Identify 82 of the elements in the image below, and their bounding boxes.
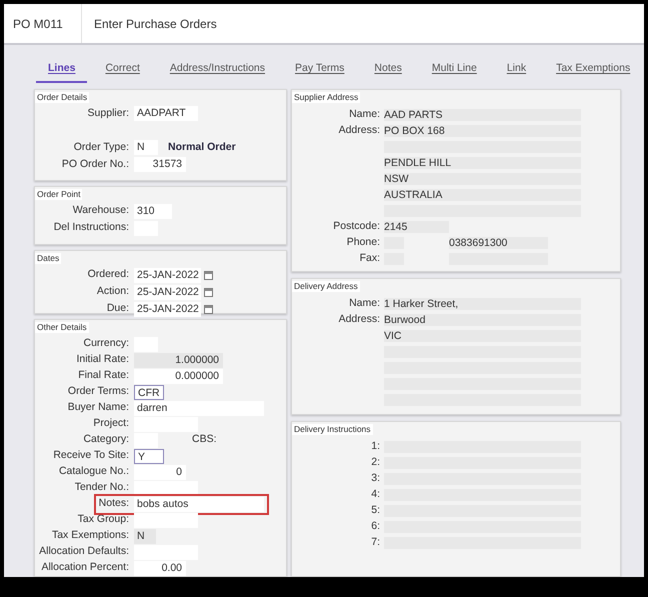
field-label: PO Order No.:: [60, 156, 130, 172]
input-field[interactable]: 25-JAN-2022: [134, 302, 201, 316]
readonly-field: AAD PARTS: [384, 108, 581, 121]
field-label: 5:: [370, 502, 381, 518]
panel-title: Dates: [35, 253, 62, 264]
input-field[interactable]: bobs autos: [134, 496, 264, 512]
field-label: Del Instructions:: [52, 220, 130, 236]
field-label: Name:: [348, 106, 381, 122]
field-note: Normal Order: [168, 140, 236, 155]
field-label: Project:: [92, 416, 130, 432]
field-label: 2:: [370, 454, 381, 470]
tab[interactable]: Multi Line: [420, 57, 489, 83]
tab[interactable]: Link: [494, 57, 538, 83]
input-field: N: [134, 528, 156, 544]
field-label: Tax Group:: [76, 512, 130, 528]
panel-title: Delivery Address: [292, 281, 360, 292]
field-label: Name:: [348, 296, 381, 311]
input-field[interactable]: 25-JAN-2022: [134, 268, 201, 282]
readonly-field: VIC: [384, 330, 581, 342]
input-field[interactable]: N: [134, 140, 158, 156]
tab[interactable]: Correct: [93, 57, 152, 83]
tab[interactable]: Pay Terms: [283, 57, 356, 83]
field-label: Currency:: [82, 336, 130, 352]
field-label: Action:: [96, 284, 130, 300]
field-label: Phone:: [346, 234, 381, 250]
field-label: Notes:: [98, 496, 130, 512]
tab[interactable]: Lines: [36, 57, 88, 83]
input-field[interactable]: 0: [134, 464, 186, 480]
field-label: Receive To Site:: [52, 448, 130, 464]
input-field[interactable]: 31573: [134, 157, 186, 172]
readonly-field: Burwood: [384, 314, 581, 326]
panel-title: Supplier Address: [292, 92, 360, 103]
field-label: Allocation Defaults:: [38, 544, 130, 560]
input-field[interactable]: CFR: [134, 384, 164, 400]
field-label: Tax Exemptions:: [50, 528, 130, 544]
readonly-field: 1 Harker Street,: [384, 298, 581, 310]
input-field[interactable]: 310: [134, 204, 172, 219]
input-field: 1.000000: [134, 352, 223, 368]
readonly-field: 0383691300: [449, 236, 548, 249]
window-title: Enter Purchase Orders: [93, 16, 217, 32]
panel-title: Other Details: [35, 322, 89, 334]
program-code: PO M011: [4, 4, 82, 43]
field-label: Due:: [106, 301, 130, 316]
readonly-field: PO BOX 168: [384, 124, 581, 137]
field-label: Catalogue No.:: [58, 464, 130, 480]
field-label: Order Type:: [72, 140, 130, 155]
field-label: Buyer Name:: [66, 400, 130, 416]
field-label: 7:: [370, 534, 381, 550]
panel-title: Order Details: [35, 92, 90, 103]
field-label: Final Rate:: [77, 368, 130, 384]
tab[interactable]: Tax Exemptions: [544, 57, 642, 83]
field-label: Supplier:: [86, 106, 130, 121]
input-field[interactable]: darren: [134, 400, 264, 416]
field-note: CBS:: [192, 432, 217, 448]
field-label: Allocation Percent:: [40, 560, 130, 576]
field-label: Tender No.:: [74, 480, 130, 496]
panel-title: Order Point: [35, 189, 82, 200]
input-field[interactable]: AADPART: [134, 106, 198, 122]
field-label: Initial Rate:: [75, 352, 130, 368]
field-label: Warehouse:: [72, 203, 130, 218]
field-label: 3:: [370, 470, 381, 486]
input-field[interactable]: 0.00: [134, 560, 186, 576]
field-label: Postcode:: [332, 218, 381, 234]
field-label: Category:: [82, 432, 130, 448]
field-label: Address:: [338, 122, 381, 138]
tab[interactable]: Notes: [362, 57, 414, 83]
readonly-field: 2145: [384, 220, 449, 233]
input-field[interactable]: Y: [134, 448, 164, 464]
field-label: Fax:: [358, 250, 381, 266]
field-label: 4:: [370, 486, 381, 502]
field-label: Address:: [338, 312, 381, 327]
readonly-field: AUSTRALIA: [384, 188, 581, 201]
tab[interactable]: Address/Instructions: [158, 57, 278, 83]
readonly-field: PENDLE HILL: [384, 156, 581, 169]
field-label: Ordered:: [86, 267, 130, 282]
input-field[interactable]: 25-JAN-2022: [134, 284, 201, 300]
field-label: 1:: [370, 438, 381, 454]
field-label: 6:: [370, 518, 381, 534]
readonly-field: NSW: [384, 172, 581, 185]
input-field[interactable]: 0.000000: [134, 368, 223, 384]
field-label: Order Terms:: [66, 384, 130, 400]
panel-title: Delivery Instructions: [292, 424, 373, 435]
